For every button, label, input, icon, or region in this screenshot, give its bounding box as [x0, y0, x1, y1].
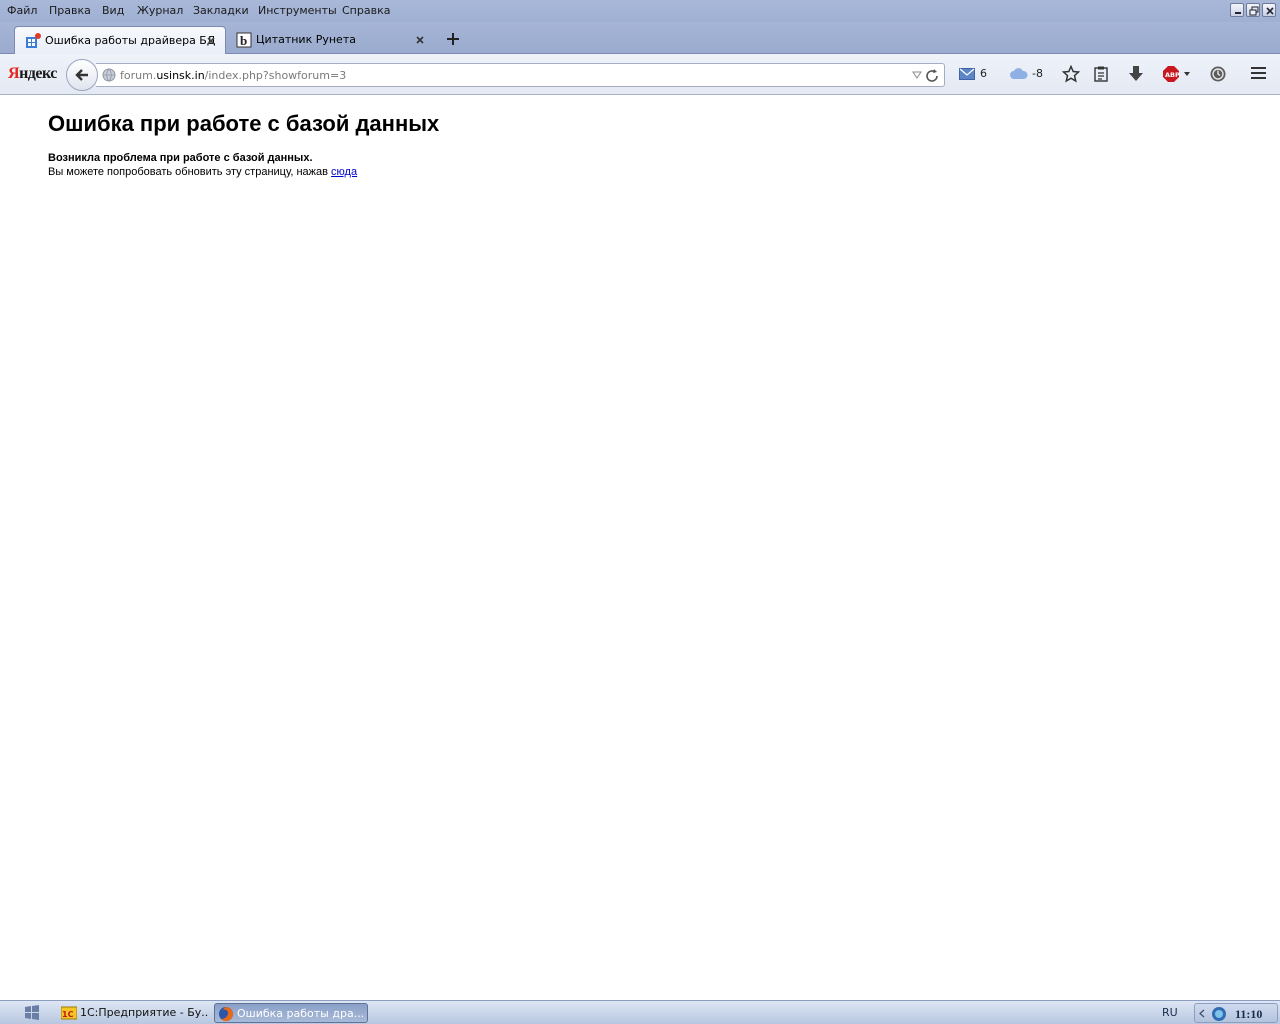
- url-path: /index.php?showforum=3: [204, 69, 347, 82]
- forum-favicon-icon: [26, 33, 41, 48]
- clock[interactable]: 11:10: [1235, 1007, 1262, 1022]
- error-message: Вы можете попробовать обновить эту стран…: [48, 166, 357, 178]
- firefox-icon: [219, 1007, 234, 1022]
- close-tab-icon[interactable]: [414, 34, 426, 46]
- reload-icon[interactable]: [924, 68, 940, 84]
- svg-text:b: b: [240, 33, 247, 48]
- globe-icon[interactable]: [102, 68, 116, 82]
- yandex-mail-button[interactable]: 6: [959, 66, 991, 82]
- menu-history[interactable]: Журнал: [137, 4, 183, 17]
- url-text[interactable]: forum.usinsk.in/index.php?showforum=3: [120, 69, 346, 82]
- arrow-left-icon: [75, 69, 88, 81]
- tab-bash-quotes[interactable]: b Цитатник Рунета: [226, 26, 434, 54]
- bash-favicon-icon: b: [236, 32, 252, 48]
- menu-bar: Файл Правка Вид Журнал Закладки Инструме…: [0, 0, 1280, 22]
- yandex-logo[interactable]: Яндекс: [8, 65, 57, 83]
- navigation-bar: Яндекс forum.usinsk.in/index.php?showfor…: [0, 54, 1280, 95]
- language-indicator[interactable]: RU: [1162, 1006, 1178, 1019]
- cloud-icon: [1010, 68, 1028, 79]
- network-tray-icon[interactable]: [1211, 1006, 1227, 1022]
- tray-expand-icon[interactable]: [1199, 1009, 1205, 1018]
- adblock-plus-icon: ABP: [1163, 66, 1190, 82]
- back-button[interactable]: [66, 59, 98, 91]
- close-tab-icon[interactable]: [205, 35, 217, 47]
- tab-db-error[interactable]: Ошибка работы драйвера БД: [14, 26, 226, 54]
- menu-hamburger-icon[interactable]: [1251, 67, 1266, 81]
- address-bar[interactable]: forum.usinsk.in/index.php?showforum=3: [96, 63, 945, 87]
- tab-strip: Ошибка работы драйвера БД b Цитатник Рун…: [0, 22, 1280, 54]
- new-tab-icon[interactable]: [444, 30, 462, 48]
- error-text: Вы можете попробовать обновить эту стран…: [48, 166, 332, 178]
- weather-temperature: -8: [1032, 67, 1043, 80]
- tab-title: Цитатник Рунета: [256, 33, 356, 46]
- bookmarks-list-icon[interactable]: [1093, 66, 1109, 82]
- page-title: Ошибка при работе с базой данных: [48, 111, 440, 136]
- mail-icon: [959, 68, 975, 80]
- close-window-button[interactable]: [1262, 3, 1276, 17]
- taskbar-item-1c[interactable]: 1C 1С:Предприятие - Бу...: [58, 1003, 208, 1023]
- taskbar-item-label: 1С:Предприятие - Бу...: [80, 1006, 208, 1019]
- menu-edit[interactable]: Правка: [49, 4, 91, 17]
- logo-rest: ндекс: [19, 65, 57, 82]
- svg-text:1C: 1C: [62, 1010, 74, 1019]
- menu-bookmarks[interactable]: Закладки: [193, 4, 249, 17]
- menu-file[interactable]: Файл: [7, 4, 37, 17]
- svg-text:ABP: ABP: [1165, 71, 1180, 79]
- taskbar-item-firefox[interactable]: Ошибка работы дра...: [214, 1003, 368, 1023]
- adblock-button[interactable]: ABP: [1163, 66, 1193, 82]
- url-host: usinsk.in: [156, 69, 205, 82]
- 1c-enterprise-icon: 1C: [61, 1006, 77, 1020]
- url-prefix: forum.: [120, 69, 157, 82]
- mail-count: 6: [980, 67, 987, 80]
- taskbar-item-label: Ошибка работы дра...: [237, 1007, 365, 1020]
- tab-title: Ошибка работы драйвера БД: [45, 34, 216, 47]
- refresh-link[interactable]: сюда: [331, 166, 357, 178]
- page-content: Ошибка при работе с базой данных Возникл…: [0, 96, 1280, 1000]
- minimize-icon: [1235, 12, 1241, 14]
- download-icon[interactable]: [1128, 65, 1144, 83]
- minimize-button[interactable]: [1230, 3, 1244, 17]
- menu-view[interactable]: Вид: [102, 4, 124, 17]
- close-icon: [1266, 7, 1274, 15]
- error-title: Возникла проблема при работе с базой дан…: [48, 152, 313, 164]
- restore-icon: [1249, 6, 1259, 16]
- taskbar: 1C 1С:Предприятие - Бу... Ошибка работы …: [0, 1000, 1280, 1024]
- start-windows-icon[interactable]: [22, 1004, 42, 1022]
- sync-history-icon[interactable]: [1209, 65, 1227, 83]
- window-controls: [1230, 3, 1276, 17]
- menu-tools[interactable]: Инструменты: [258, 4, 337, 17]
- menu-help[interactable]: Справка: [342, 4, 390, 17]
- restore-button[interactable]: [1246, 3, 1260, 17]
- star-bookmark-icon[interactable]: [1062, 65, 1080, 83]
- system-tray: 11:10: [1194, 1003, 1278, 1023]
- url-history-dropdown-icon[interactable]: [912, 71, 922, 79]
- logo-first-letter: Я: [8, 65, 20, 82]
- weather-button[interactable]: -8: [1010, 66, 1046, 82]
